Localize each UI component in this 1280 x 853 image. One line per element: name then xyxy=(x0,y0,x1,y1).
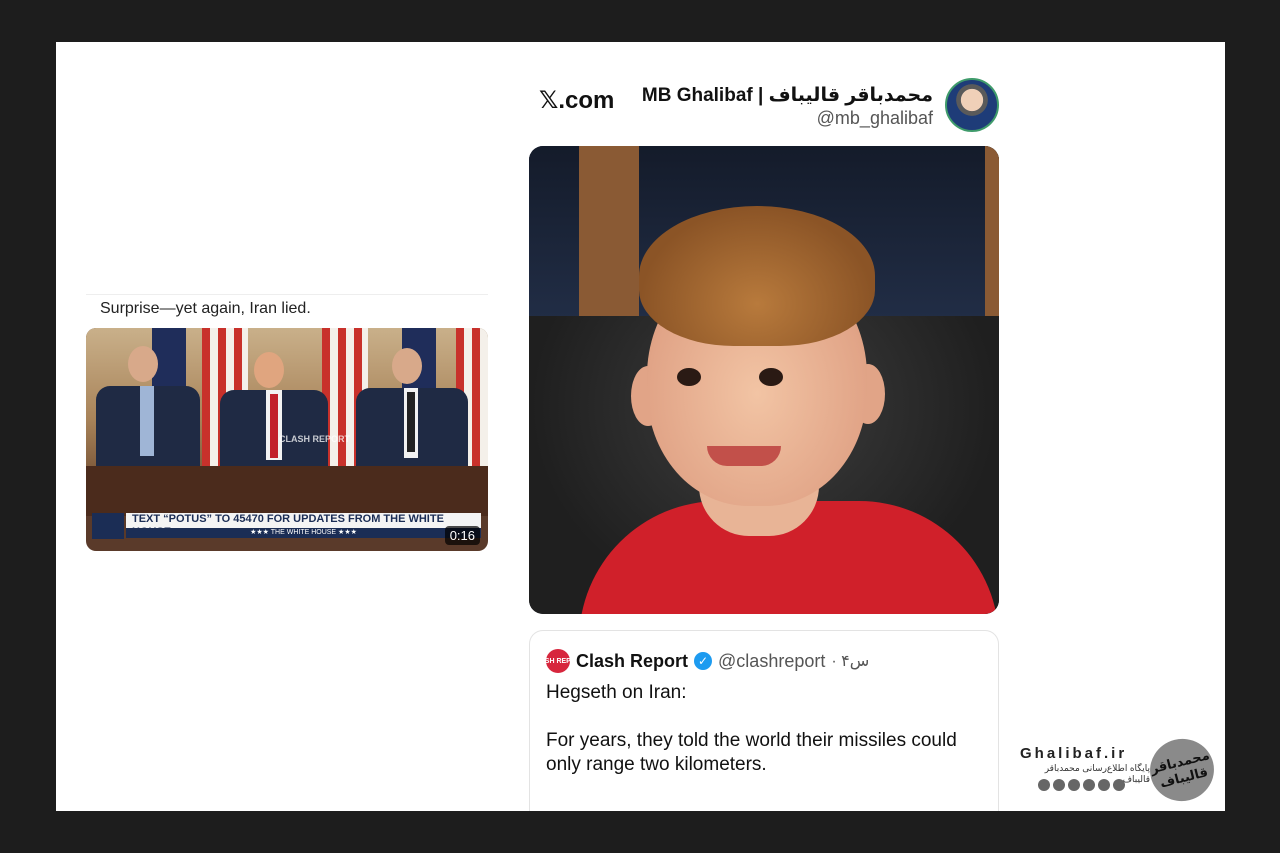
quoted-timestamp[interactable]: · ۴س xyxy=(831,651,869,671)
white-house-seal-icon xyxy=(92,513,124,539)
youtube-icon xyxy=(1068,779,1080,791)
twitter-icon xyxy=(1083,779,1095,791)
watermark-site: Ghalibaf.ir xyxy=(1020,745,1128,762)
instagram-icon xyxy=(1053,779,1065,791)
eye xyxy=(677,368,701,386)
video-watermark: CLASH REPORT xyxy=(279,434,351,444)
quoted-text-line: only range two kilometers. xyxy=(546,754,767,775)
x-logo[interactable]: 𝕏.com xyxy=(539,86,614,115)
meme-canvas: Surprise—yet again, Iran lied. CLASH REP… xyxy=(56,42,1225,811)
quoted-text-line: Hegseth on Iran: xyxy=(546,682,687,703)
tweet-image[interactable] xyxy=(529,146,999,614)
social-icons xyxy=(1038,779,1125,791)
video-duration: 0:16 xyxy=(444,526,480,545)
bale-icon xyxy=(1113,779,1125,791)
clash-report-logo-icon[interactable]: CLASH REPORT xyxy=(530,649,586,673)
signature-logo: محمدباقر قالیباف xyxy=(1143,732,1221,808)
author-handle[interactable]: @mb_ghalibaf xyxy=(817,108,933,129)
quoted-tweet[interactable]: CLASH REPORT Clash Report ✓ @clashreport… xyxy=(529,630,999,811)
telegram-icon xyxy=(1038,779,1050,791)
post-caption: Surprise—yet again, Iran lied. xyxy=(100,300,311,317)
verified-badge-icon: ✓ xyxy=(694,652,713,670)
video-player[interactable]: CLASH REPORT TEXT “POTUS” TO 45470 FOR U… xyxy=(86,328,488,551)
eye xyxy=(759,368,783,386)
tweet-card: 𝕏.com MB Ghalibaf | محمدباقر قالیباف @mb… xyxy=(529,72,999,811)
window-frame xyxy=(579,146,639,336)
divider xyxy=(86,294,488,295)
avatar[interactable] xyxy=(945,78,999,132)
site-watermark: Ghalibaf.ir پایگاه اطلاع‌رسانی محمدباقر … xyxy=(1014,732,1224,808)
author-name[interactable]: MB Ghalibaf | محمدباقر قالیباف xyxy=(642,84,933,107)
embedded-post: Surprise—yet again, Iran lied. CLASH REP… xyxy=(86,294,488,552)
window-frame xyxy=(985,146,999,316)
eitaa-icon xyxy=(1098,779,1110,791)
quoted-author-handle[interactable]: @clashreport xyxy=(718,651,825,672)
conference-table xyxy=(86,466,488,516)
quoted-author-name[interactable]: Clash Report xyxy=(576,651,688,672)
lower-third-subtitle: ★★★ THE WHITE HOUSE ★★★ xyxy=(126,528,481,538)
smile xyxy=(707,446,781,466)
quoted-text-line: For years, they told the world their mis… xyxy=(546,730,957,751)
quoted-tweet-header: CLASH REPORT Clash Report ✓ @clashreport… xyxy=(530,649,869,673)
child-hair xyxy=(639,206,875,346)
